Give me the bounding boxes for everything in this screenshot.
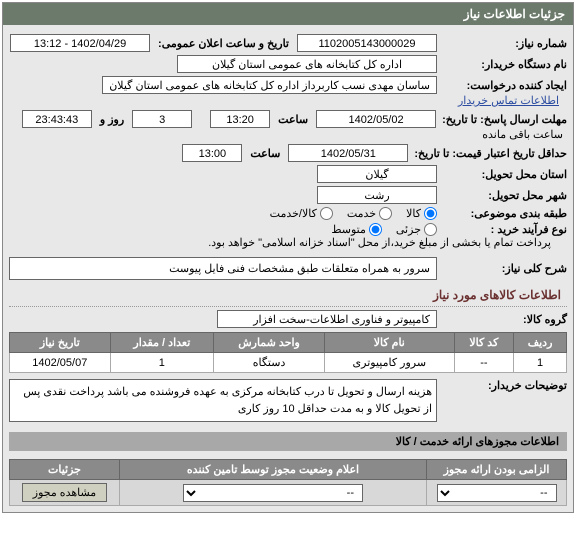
cat-goods-radio[interactable]	[424, 207, 437, 220]
th-row: ردیف	[514, 333, 567, 353]
validity-date-field: 1402/05/31	[288, 144, 408, 162]
td-details: مشاهده مجوز	[10, 480, 120, 506]
creator-label: ایجاد کننده درخواست:	[437, 79, 567, 92]
process-label: نوع فرآیند خرید :	[437, 223, 567, 236]
proc-note: پرداخت تمام یا بخشی از مبلغ خرید،از محل …	[208, 236, 555, 249]
need-no-label: شماره نیاز:	[437, 37, 567, 50]
th-name: نام کالا	[325, 333, 455, 353]
th-qty: تعداد / مقدار	[110, 333, 213, 353]
buyer-notes-box: هزینه ارسال و تحویل تا درب کتابخانه مرکز…	[9, 379, 437, 422]
panel-title: جزئیات اطلاعات نیاز	[3, 3, 573, 25]
th-details: جزئیات	[10, 460, 120, 480]
remain-time: 23:43:43	[22, 110, 92, 128]
permits-header-row: الزامی بودن ارائه مجوز اعلام وضعیت مجوز …	[10, 460, 567, 480]
deadline-label: مهلت ارسال پاسخ: تا تاریخ:	[436, 113, 567, 126]
goods-info-title: اطلاعات کالاهای مورد نیاز	[9, 284, 567, 307]
th-date: تاریخ نیاز	[10, 333, 111, 353]
cat-service-option[interactable]: خدمت	[347, 207, 392, 220]
goods-table: ردیف کد کالا نام کالا واحد شمارش تعداد /…	[9, 332, 567, 373]
td-name: سرور کامپیوتری	[325, 353, 455, 373]
td-qty: 1	[110, 353, 213, 373]
general-desc-box: سرور به همراه متعلقات طبق مشخصات فنی فای…	[9, 257, 437, 280]
buyer-org-field: اداره کل کتابخانه های عمومی استان گیلان	[177, 55, 437, 73]
permits-row: -- -- مشاهده مجوز	[10, 480, 567, 506]
proc-medium-radio[interactable]	[369, 223, 382, 236]
cat-both-option[interactable]: کالا/خدمت	[270, 207, 333, 220]
th-code: کد کالا	[454, 333, 514, 353]
buyer-org-label: نام دستگاه خریدار:	[437, 58, 567, 71]
time-label-2: ساعت	[242, 147, 288, 160]
permits-table: الزامی بودن ارائه مجوز اعلام وضعیت مجوز …	[9, 459, 567, 506]
proc-medium-option[interactable]: متوسط	[331, 223, 382, 236]
contact-link[interactable]: اطلاعات تماس خریدار	[458, 94, 559, 107]
group-label: گروه کالا:	[437, 313, 567, 326]
proc-partial-option[interactable]: جزئی	[396, 223, 437, 236]
status-select[interactable]: --	[183, 484, 363, 502]
cat-both-label: کالا/خدمت	[270, 207, 317, 220]
view-permit-button[interactable]: مشاهده مجوز	[22, 483, 107, 502]
cat-service-label: خدمت	[347, 207, 376, 220]
validity-time-field: 13:00	[182, 144, 242, 162]
td-row: 1	[514, 353, 567, 373]
cat-service-radio[interactable]	[379, 207, 392, 220]
buyer-notes-label: توضیحات خریدار:	[437, 379, 567, 392]
announce-field: 1402/04/29 - 13:12	[10, 34, 150, 52]
province-field: گیلان	[317, 165, 437, 183]
th-status: اعلام وضعیت مجوز توسط تامین کننده	[120, 460, 427, 480]
need-details-panel: جزئیات اطلاعات نیاز شماره نیاز: 11020051…	[2, 2, 574, 513]
province-label: استان محل تحویل:	[437, 168, 567, 181]
td-code: --	[454, 353, 514, 373]
cat-goods-label: کالا	[406, 207, 421, 220]
deadline-time-field: 13:20	[210, 110, 270, 128]
group-field: کامپیوتر و فناوری اطلاعات-سخت افزار	[217, 310, 437, 328]
th-unit: واحد شمارش	[214, 333, 325, 353]
city-label: شهر محل تحویل:	[437, 189, 567, 202]
category-label: طبقه بندی موضوعی:	[437, 207, 567, 220]
proc-partial-label: جزئی	[396, 223, 421, 236]
need-no-field: 1102005143000029	[297, 34, 437, 52]
category-radio-group: کالا خدمت کالا/خدمت	[270, 207, 437, 220]
time-label-1: ساعت	[270, 113, 316, 126]
proc-partial-radio[interactable]	[424, 223, 437, 236]
sub-panel-title: اطلاعات مجوزهای ارائه خدمت / کالا	[9, 432, 567, 451]
table-header-row: ردیف کد کالا نام کالا واحد شمارش تعداد /…	[10, 333, 567, 353]
td-unit: دستگاه	[214, 353, 325, 373]
td-mandatory: --	[427, 480, 567, 506]
days-label: روز و	[92, 113, 132, 126]
table-row: 1 -- سرور کامپیوتری دستگاه 1 1402/05/07	[10, 353, 567, 373]
cat-both-radio[interactable]	[320, 207, 333, 220]
general-desc-label: شرح کلی نیاز:	[437, 262, 567, 275]
creator-field: ساسان مهدی نسب کاربرداز اداره کل کتابخان…	[102, 76, 437, 94]
th-mandatory: الزامی بودن ارائه مجوز	[427, 460, 567, 480]
days-value: 3	[132, 110, 192, 128]
remain-label: ساعت باقی مانده	[482, 128, 567, 141]
cat-goods-option[interactable]: کالا	[406, 207, 437, 220]
process-radio-group: جزئی متوسط	[331, 223, 437, 236]
proc-medium-label: متوسط	[331, 223, 366, 236]
td-date: 1402/05/07	[10, 353, 111, 373]
panel-body: شماره نیاز: 1102005143000029 تاریخ و ساع…	[3, 25, 573, 512]
td-status: --	[120, 480, 427, 506]
deadline-date-field: 1402/05/02	[316, 110, 436, 128]
announce-label: تاریخ و ساعت اعلان عمومی:	[150, 37, 297, 50]
validity-label: حداقل تاریخ اعتبار قیمت: تا تاریخ:	[408, 147, 567, 160]
city-field: رشت	[317, 186, 437, 204]
mandatory-select[interactable]: --	[437, 484, 557, 502]
